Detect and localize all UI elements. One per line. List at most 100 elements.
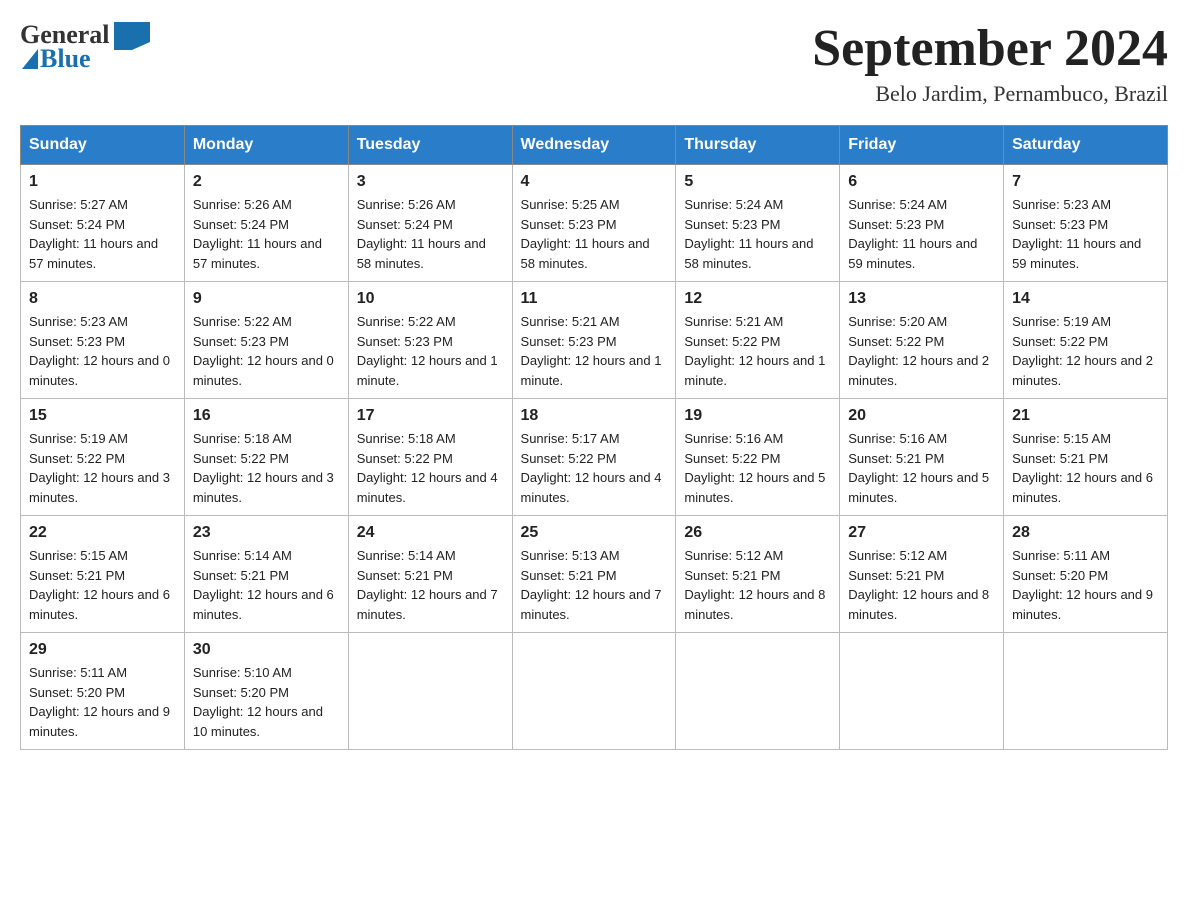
table-row: 1 Sunrise: 5:27 AM Sunset: 5:24 PM Dayli…	[21, 165, 185, 282]
day-info: Sunrise: 5:18 AM Sunset: 5:22 PM Dayligh…	[193, 429, 340, 507]
col-tuesday: Tuesday	[348, 126, 512, 165]
table-row	[512, 633, 676, 750]
table-row: 20 Sunrise: 5:16 AM Sunset: 5:21 PM Dayl…	[840, 399, 1004, 516]
day-info: Sunrise: 5:10 AM Sunset: 5:20 PM Dayligh…	[193, 663, 340, 741]
day-number: 16	[193, 407, 340, 425]
table-row: 8 Sunrise: 5:23 AM Sunset: 5:23 PM Dayli…	[21, 282, 185, 399]
day-number: 8	[29, 290, 176, 308]
calendar-week-5: 29 Sunrise: 5:11 AM Sunset: 5:20 PM Dayl…	[21, 633, 1168, 750]
col-friday: Friday	[840, 126, 1004, 165]
table-row: 26 Sunrise: 5:12 AM Sunset: 5:21 PM Dayl…	[676, 516, 840, 633]
day-number: 4	[521, 173, 668, 191]
day-info: Sunrise: 5:19 AM Sunset: 5:22 PM Dayligh…	[1012, 312, 1159, 390]
table-row: 9 Sunrise: 5:22 AM Sunset: 5:23 PM Dayli…	[184, 282, 348, 399]
day-info: Sunrise: 5:23 AM Sunset: 5:23 PM Dayligh…	[1012, 195, 1159, 273]
table-row: 21 Sunrise: 5:15 AM Sunset: 5:21 PM Dayl…	[1004, 399, 1168, 516]
logo: General Blue	[20, 20, 150, 74]
day-number: 14	[1012, 290, 1159, 308]
day-info: Sunrise: 5:18 AM Sunset: 5:22 PM Dayligh…	[357, 429, 504, 507]
table-row: 28 Sunrise: 5:11 AM Sunset: 5:20 PM Dayl…	[1004, 516, 1168, 633]
day-number: 24	[357, 524, 504, 542]
day-info: Sunrise: 5:12 AM Sunset: 5:21 PM Dayligh…	[684, 546, 831, 624]
table-row: 19 Sunrise: 5:16 AM Sunset: 5:22 PM Dayl…	[676, 399, 840, 516]
day-info: Sunrise: 5:20 AM Sunset: 5:22 PM Dayligh…	[848, 312, 995, 390]
table-row: 5 Sunrise: 5:24 AM Sunset: 5:23 PM Dayli…	[676, 165, 840, 282]
col-monday: Monday	[184, 126, 348, 165]
table-row: 13 Sunrise: 5:20 AM Sunset: 5:22 PM Dayl…	[840, 282, 1004, 399]
table-row: 11 Sunrise: 5:21 AM Sunset: 5:23 PM Dayl…	[512, 282, 676, 399]
day-info: Sunrise: 5:17 AM Sunset: 5:22 PM Dayligh…	[521, 429, 668, 507]
calendar-subtitle: Belo Jardim, Pernambuco, Brazil	[812, 81, 1168, 107]
day-number: 20	[848, 407, 995, 425]
table-row: 23 Sunrise: 5:14 AM Sunset: 5:21 PM Dayl…	[184, 516, 348, 633]
table-row: 15 Sunrise: 5:19 AM Sunset: 5:22 PM Dayl…	[21, 399, 185, 516]
day-info: Sunrise: 5:21 AM Sunset: 5:23 PM Dayligh…	[521, 312, 668, 390]
day-number: 26	[684, 524, 831, 542]
day-info: Sunrise: 5:15 AM Sunset: 5:21 PM Dayligh…	[1012, 429, 1159, 507]
calendar-week-1: 1 Sunrise: 5:27 AM Sunset: 5:24 PM Dayli…	[21, 165, 1168, 282]
day-number: 27	[848, 524, 995, 542]
calendar-header-row: Sunday Monday Tuesday Wednesday Thursday…	[21, 126, 1168, 165]
table-row: 30 Sunrise: 5:10 AM Sunset: 5:20 PM Dayl…	[184, 633, 348, 750]
day-info: Sunrise: 5:25 AM Sunset: 5:23 PM Dayligh…	[521, 195, 668, 273]
col-wednesday: Wednesday	[512, 126, 676, 165]
day-number: 7	[1012, 173, 1159, 191]
table-row: 3 Sunrise: 5:26 AM Sunset: 5:24 PM Dayli…	[348, 165, 512, 282]
calendar-week-2: 8 Sunrise: 5:23 AM Sunset: 5:23 PM Dayli…	[21, 282, 1168, 399]
col-sunday: Sunday	[21, 126, 185, 165]
logo-blue-text: Blue	[40, 44, 91, 74]
day-number: 11	[521, 290, 668, 308]
day-number: 19	[684, 407, 831, 425]
table-row	[348, 633, 512, 750]
day-number: 2	[193, 173, 340, 191]
title-area: September 2024 Belo Jardim, Pernambuco, …	[812, 20, 1168, 107]
table-row: 6 Sunrise: 5:24 AM Sunset: 5:23 PM Dayli…	[840, 165, 1004, 282]
day-info: Sunrise: 5:24 AM Sunset: 5:23 PM Dayligh…	[848, 195, 995, 273]
day-number: 12	[684, 290, 831, 308]
col-saturday: Saturday	[1004, 126, 1168, 165]
col-thursday: Thursday	[676, 126, 840, 165]
day-info: Sunrise: 5:13 AM Sunset: 5:21 PM Dayligh…	[521, 546, 668, 624]
calendar-week-3: 15 Sunrise: 5:19 AM Sunset: 5:22 PM Dayl…	[21, 399, 1168, 516]
table-row: 10 Sunrise: 5:22 AM Sunset: 5:23 PM Dayl…	[348, 282, 512, 399]
day-number: 13	[848, 290, 995, 308]
day-info: Sunrise: 5:23 AM Sunset: 5:23 PM Dayligh…	[29, 312, 176, 390]
table-row: 2 Sunrise: 5:26 AM Sunset: 5:24 PM Dayli…	[184, 165, 348, 282]
table-row: 7 Sunrise: 5:23 AM Sunset: 5:23 PM Dayli…	[1004, 165, 1168, 282]
day-number: 29	[29, 641, 176, 659]
page-header: General Blue September 2024 Belo Jardim,…	[20, 20, 1168, 107]
day-number: 9	[193, 290, 340, 308]
table-row	[840, 633, 1004, 750]
day-info: Sunrise: 5:26 AM Sunset: 5:24 PM Dayligh…	[193, 195, 340, 273]
day-number: 21	[1012, 407, 1159, 425]
day-info: Sunrise: 5:12 AM Sunset: 5:21 PM Dayligh…	[848, 546, 995, 624]
day-number: 3	[357, 173, 504, 191]
table-row: 25 Sunrise: 5:13 AM Sunset: 5:21 PM Dayl…	[512, 516, 676, 633]
day-number: 10	[357, 290, 504, 308]
calendar-title: September 2024	[812, 20, 1168, 77]
day-number: 28	[1012, 524, 1159, 542]
table-row: 17 Sunrise: 5:18 AM Sunset: 5:22 PM Dayl…	[348, 399, 512, 516]
day-number: 17	[357, 407, 504, 425]
table-row: 4 Sunrise: 5:25 AM Sunset: 5:23 PM Dayli…	[512, 165, 676, 282]
table-row: 16 Sunrise: 5:18 AM Sunset: 5:22 PM Dayl…	[184, 399, 348, 516]
day-info: Sunrise: 5:19 AM Sunset: 5:22 PM Dayligh…	[29, 429, 176, 507]
table-row: 14 Sunrise: 5:19 AM Sunset: 5:22 PM Dayl…	[1004, 282, 1168, 399]
table-row: 24 Sunrise: 5:14 AM Sunset: 5:21 PM Dayl…	[348, 516, 512, 633]
day-info: Sunrise: 5:16 AM Sunset: 5:21 PM Dayligh…	[848, 429, 995, 507]
day-info: Sunrise: 5:15 AM Sunset: 5:21 PM Dayligh…	[29, 546, 176, 624]
day-info: Sunrise: 5:14 AM Sunset: 5:21 PM Dayligh…	[357, 546, 504, 624]
day-info: Sunrise: 5:16 AM Sunset: 5:22 PM Dayligh…	[684, 429, 831, 507]
day-info: Sunrise: 5:11 AM Sunset: 5:20 PM Dayligh…	[1012, 546, 1159, 624]
table-row	[676, 633, 840, 750]
day-number: 25	[521, 524, 668, 542]
day-number: 5	[684, 173, 831, 191]
day-info: Sunrise: 5:11 AM Sunset: 5:20 PM Dayligh…	[29, 663, 176, 741]
day-info: Sunrise: 5:21 AM Sunset: 5:22 PM Dayligh…	[684, 312, 831, 390]
day-info: Sunrise: 5:14 AM Sunset: 5:21 PM Dayligh…	[193, 546, 340, 624]
day-number: 23	[193, 524, 340, 542]
calendar-table: Sunday Monday Tuesday Wednesday Thursday…	[20, 125, 1168, 750]
day-info: Sunrise: 5:27 AM Sunset: 5:24 PM Dayligh…	[29, 195, 176, 273]
day-number: 1	[29, 173, 176, 191]
day-number: 15	[29, 407, 176, 425]
